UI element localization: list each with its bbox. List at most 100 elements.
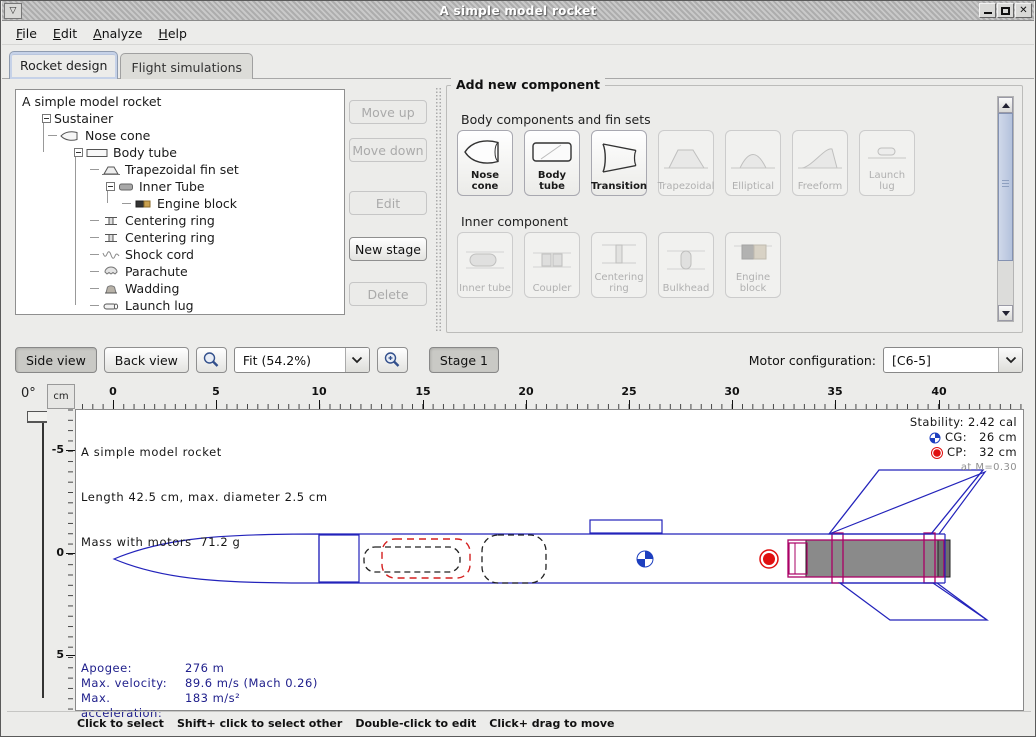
fin-outline-bottom[interactable]: [840, 583, 987, 620]
add-transition-button[interactable]: Transition: [591, 130, 647, 196]
engine-block-outline[interactable]: [789, 543, 807, 574]
magnifier-icon: [202, 351, 220, 369]
collapse-icon[interactable]: [74, 148, 83, 157]
collapse-icon[interactable]: [106, 182, 115, 191]
stage-1-toggle[interactable]: Stage 1: [429, 347, 499, 373]
cp-value: 32 cm: [971, 445, 1017, 460]
add-trapezoidal-fin-button[interactable]: Trapezoidal: [658, 130, 714, 196]
view-toolbar: Side view Back view Fit (54.2%) Stage 1 …: [7, 338, 1031, 382]
add-launch-lug-button[interactable]: Launch lug: [859, 130, 915, 196]
rocket-view-area: 0° cm 0 5 10 15 20 25 30 35 40 -5 0 5: [7, 382, 1031, 711]
status-bar: Click to select Shift+ click to select o…: [7, 711, 1031, 735]
tab-strip: Rocket design Flight simulations: [2, 45, 1034, 79]
motor[interactable]: [806, 540, 950, 577]
zoom-select[interactable]: Fit (54.2%): [234, 347, 370, 373]
delete-button[interactable]: Delete: [349, 282, 427, 306]
minimize-button[interactable]: [979, 3, 996, 18]
tree-item-shock-cord[interactable]: Shock cord: [20, 246, 344, 263]
rocket-canvas[interactable]: A simple model rocket Length 42.5 cm, ma…: [75, 409, 1024, 711]
move-down-button[interactable]: Move down: [349, 138, 427, 162]
menu-edit[interactable]: Edit: [45, 23, 85, 44]
stability-info: Stability: 2.42 cal CG: 26 cm CP: 32 cm …: [910, 415, 1017, 475]
shock-cord-icon: [102, 249, 120, 261]
centering-ring-icon: [596, 241, 642, 267]
motor-configuration-select[interactable]: [C6-5]: [883, 347, 1023, 373]
back-view-toggle[interactable]: Back view: [104, 347, 189, 373]
tab-flight-simulations[interactable]: Flight simulations: [120, 53, 253, 79]
menu-bar: File Edit Analyze Help: [2, 22, 1034, 45]
tree-item-launch-lug[interactable]: Launch lug: [20, 297, 344, 314]
tree-item-sustainer[interactable]: Sustainer: [20, 110, 344, 127]
scroll-down-button[interactable]: [998, 305, 1013, 321]
component-tree[interactable]: A simple model rocket Sustainer Nose con…: [15, 89, 345, 315]
scroll-up-button[interactable]: [998, 97, 1013, 113]
move-up-button[interactable]: Move up: [349, 100, 427, 124]
cp-label: CP:: [947, 445, 967, 460]
edit-button[interactable]: Edit: [349, 191, 427, 215]
fin-icon: [102, 164, 120, 176]
add-engine-block-button[interactable]: Engine block: [725, 232, 781, 298]
rocket-info: A simple model rocket Length 42.5 cm, ma…: [81, 415, 328, 580]
add-freeform-fin-button[interactable]: Freeform: [792, 130, 848, 196]
tree-item-engine-block[interactable]: Engine block: [20, 195, 344, 212]
menu-file[interactable]: File: [8, 23, 45, 44]
title-bar[interactable]: ▽ A simple model rocket ✕: [2, 1, 1034, 21]
vertical-ruler: -5 0 5: [47, 409, 75, 711]
tree-item-nose-cone[interactable]: Nose cone: [20, 127, 344, 144]
application-window: ▽ A simple model rocket ✕ File Edit Anal…: [0, 0, 1036, 737]
hint-click-select: Click to select: [77, 717, 164, 730]
add-nose-cone-button[interactable]: Nose cone: [457, 130, 513, 196]
launch-lug-icon: [864, 135, 910, 169]
menu-analyze[interactable]: Analyze: [85, 23, 150, 44]
maximize-button[interactable]: [997, 3, 1014, 18]
tree-guide-line: [107, 191, 108, 203]
tree-item-parachute[interactable]: Parachute: [20, 263, 344, 280]
trapezoidal-fin-icon: [663, 141, 709, 175]
rotation-slider-track[interactable]: [42, 416, 44, 698]
freeform-fin-icon: [797, 141, 843, 175]
add-inner-tube-button[interactable]: Inner tube: [457, 232, 513, 298]
tree-item-inner-tube[interactable]: Inner Tube: [20, 178, 344, 195]
tab-rocket-design[interactable]: Rocket design: [9, 51, 118, 79]
tree-item-rocket[interactable]: A simple model rocket: [20, 93, 344, 110]
arrow-up-icon: [1002, 103, 1010, 108]
collapse-icon[interactable]: [42, 114, 51, 123]
dropdown-button[interactable]: [998, 348, 1022, 372]
close-button[interactable]: ✕: [1015, 3, 1032, 18]
launch-lug-outline[interactable]: [590, 520, 662, 533]
tree-item-wadding[interactable]: Wadding: [20, 280, 344, 297]
add-centering-ring-button[interactable]: Centering ring: [591, 232, 647, 298]
shock-cord-outline[interactable]: [364, 547, 460, 572]
zoom-out-button[interactable]: [196, 347, 227, 373]
inner-tube-icon: [462, 243, 508, 277]
side-view-toggle[interactable]: Side view: [15, 347, 97, 373]
parachute-icon: [102, 266, 120, 278]
tree-item-centering-ring-1[interactable]: Centering ring: [20, 212, 344, 229]
tree-item-body-tube[interactable]: Body tube: [20, 144, 344, 161]
add-elliptical-fin-button[interactable]: Elliptical: [725, 130, 781, 196]
wadding-outline[interactable]: [482, 535, 546, 583]
window-title: A simple model rocket: [2, 4, 1034, 18]
add-body-tube-button[interactable]: Body tube: [524, 130, 580, 196]
hint-shift-click: Shift+ click to select other: [177, 717, 342, 730]
scrollbar-thumb[interactable]: [998, 113, 1013, 261]
inner-component-buttons: Inner tube Coupler Centering ring Bulkhe…: [457, 232, 781, 298]
split-pane-divider[interactable]: [435, 87, 442, 331]
magnifier-plus-icon: [383, 351, 401, 369]
component-panel-scrollbar[interactable]: [997, 96, 1014, 322]
dropdown-button[interactable]: [345, 348, 369, 372]
tree-item-centering-ring-2[interactable]: Centering ring: [20, 229, 344, 246]
add-bulkhead-button[interactable]: Bulkhead: [658, 232, 714, 298]
chevron-down-icon: [351, 356, 363, 364]
menu-help[interactable]: Help: [150, 23, 195, 44]
add-component-group: Add new component Body components and fi…: [446, 85, 1023, 333]
elliptical-fin-icon: [730, 141, 776, 175]
new-stage-button[interactable]: New stage: [349, 237, 427, 261]
add-coupler-button[interactable]: Coupler: [524, 232, 580, 298]
minimize-icon: [984, 7, 992, 14]
tree-item-trapezoidal-fin-set[interactable]: Trapezoidal fin set: [20, 161, 344, 178]
zoom-in-button[interactable]: [377, 347, 408, 373]
engine-block-icon: [730, 241, 776, 267]
hint-double-click: Double-click to edit: [355, 717, 476, 730]
stability-value: Stability: 2.42 cal: [910, 415, 1017, 430]
